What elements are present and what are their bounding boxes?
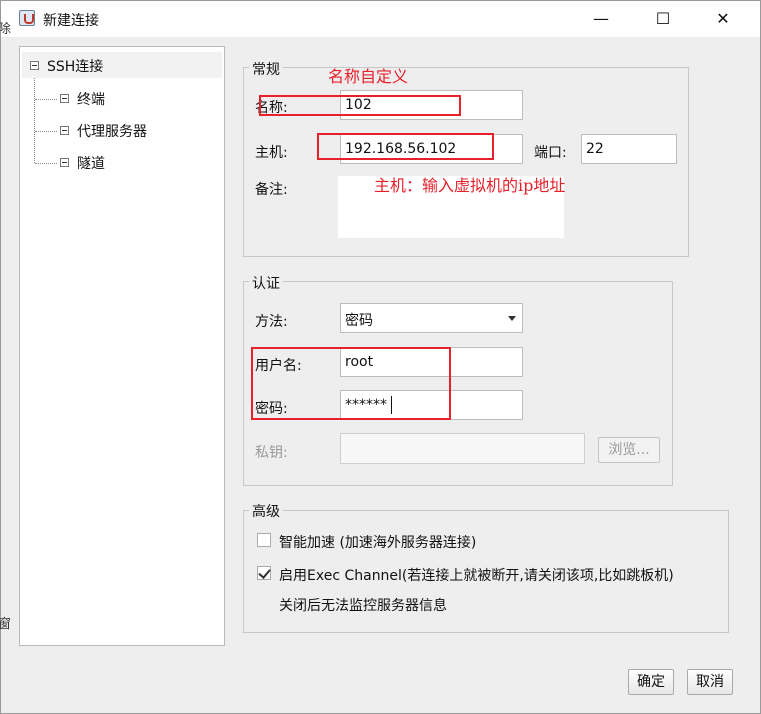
tree-item-label: 代理服务器 (77, 124, 147, 140)
node-icon (60, 158, 69, 167)
method-select-value: 密码 (345, 313, 373, 329)
background-window-text: 窗 (0, 617, 12, 632)
tree-item-ssh[interactable]: SSH连接 (22, 52, 222, 78)
background-window-text: 除 (0, 22, 12, 37)
smart-accel-checkbox[interactable] (257, 533, 271, 547)
java-cup-icon (19, 10, 35, 26)
collapse-icon[interactable] (30, 61, 39, 70)
tree-connector (35, 163, 57, 164)
private-key-field[interactable] (340, 433, 585, 464)
chevron-down-icon (508, 316, 516, 321)
smart-accel-label: 智能加速 (加速海外服务器连接) (279, 535, 477, 551)
node-icon (60, 126, 69, 135)
browse-button[interactable]: 浏览... (598, 437, 660, 463)
name-annotation: 名称自定义 (328, 67, 409, 86)
tree-item-label: SSH连接 (47, 59, 104, 75)
auth-group-title: 认证 (249, 273, 283, 293)
host-highlight-box (317, 133, 494, 160)
port-label: 端口: (534, 145, 567, 161)
method-label: 方法: (255, 314, 288, 330)
tree-item-label: 隧道 (77, 156, 105, 172)
close-button[interactable]: ✕ (700, 1, 746, 37)
settings-tree: SSH连接 终端 代理服务器 隧道 (19, 46, 225, 646)
new-connection-dialog: 新建连接 — ☐ ✕ 除 窗 SSH连接 终端 代理服务器 隧道 常规 名称: (0, 0, 761, 714)
general-group-title: 常规 (249, 59, 283, 79)
private-key-label: 私钥: (255, 445, 288, 461)
advanced-group-title: 高级 (249, 501, 283, 521)
minimize-button[interactable]: — (578, 1, 624, 37)
port-field[interactable]: 22 (581, 134, 677, 164)
node-icon (60, 94, 69, 103)
maximize-button[interactable]: ☐ (640, 1, 686, 37)
method-select[interactable]: 密码 (340, 303, 523, 333)
cancel-button[interactable]: 取消 (687, 669, 733, 695)
exec-channel-note: 关闭后无法监控服务器信息 (279, 598, 447, 614)
exec-channel-checkbox[interactable] (257, 566, 271, 580)
credentials-highlight-box (251, 347, 451, 420)
tree-connector (35, 99, 57, 100)
ok-button[interactable]: 确定 (628, 669, 674, 695)
host-annotation: 主机：输入虚拟机的ip地址 (374, 176, 566, 195)
note-label: 备注: (255, 182, 288, 198)
title-bar[interactable]: 新建连接 — ☐ ✕ (1, 1, 760, 37)
host-label: 主机: (255, 145, 288, 161)
tree-connector (34, 78, 35, 163)
tree-connector (35, 131, 57, 132)
window-title: 新建连接 (43, 13, 99, 29)
name-highlight-box (259, 95, 461, 116)
exec-channel-label: 启用Exec Channel(若连接上就被断开,请关闭该项,比如跳板机) (279, 568, 674, 584)
tree-item-label: 终端 (77, 92, 105, 108)
